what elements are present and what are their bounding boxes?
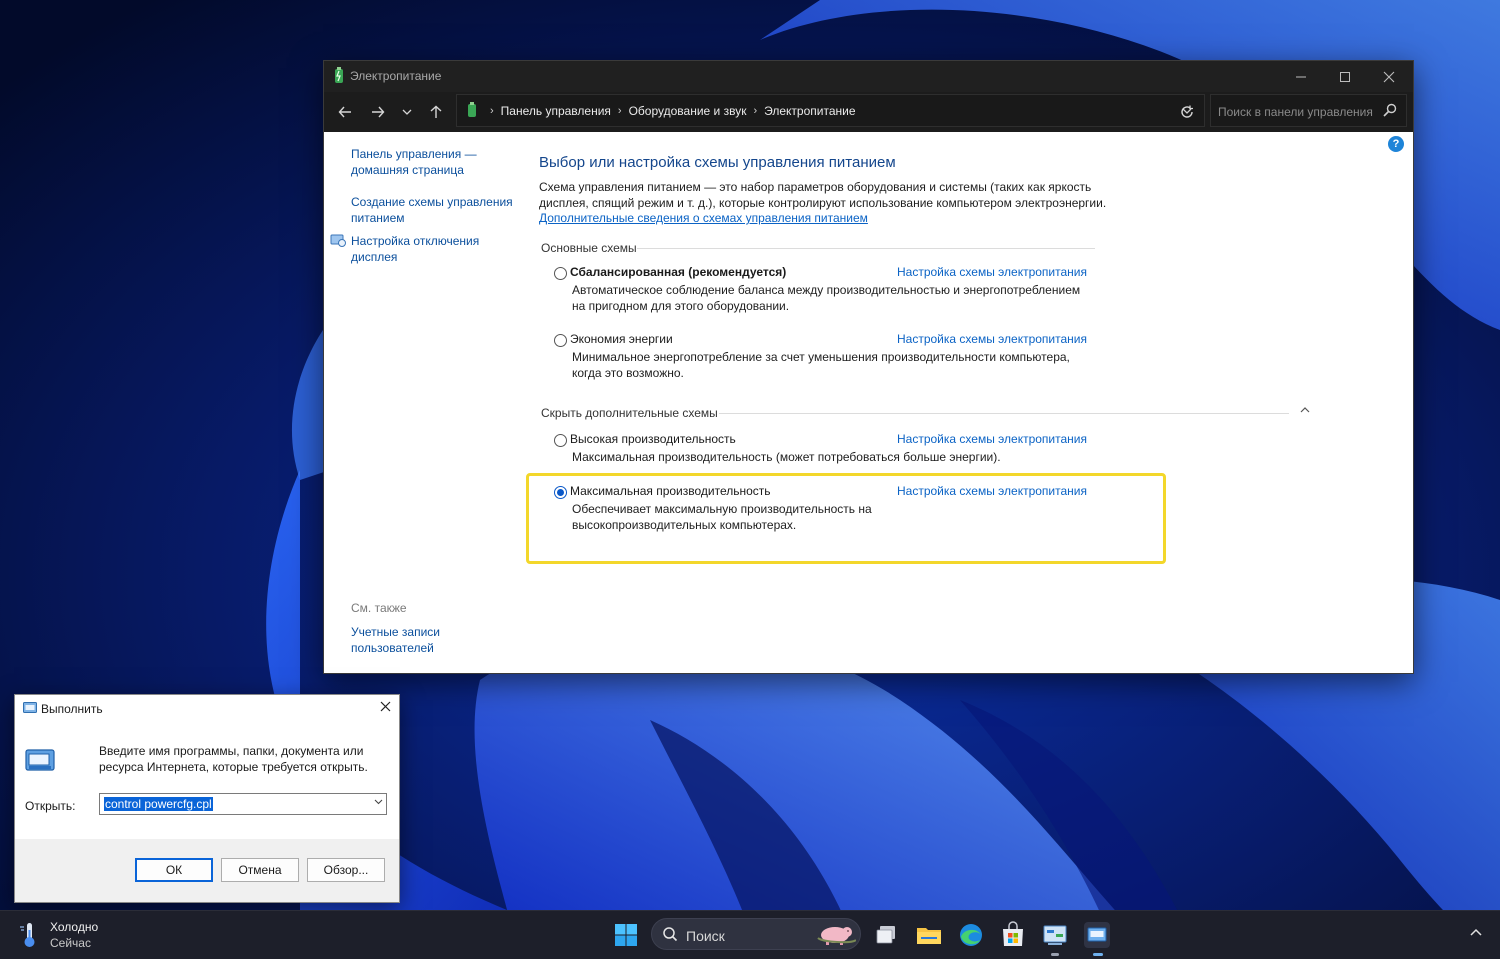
chevron-down-icon[interactable]: [374, 797, 383, 808]
back-button[interactable]: [332, 100, 358, 124]
battery-icon: [335, 67, 343, 83]
breadcrumb-hardware-sound[interactable]: Оборудование и звук: [629, 104, 747, 118]
close-icon: [1383, 71, 1395, 82]
plan-power-saver-settings-link[interactable]: Настройка схемы электропитания: [897, 332, 1087, 346]
close-button[interactable]: [1367, 61, 1411, 92]
power-options-window: Электропитание › Панель управления › Обо…: [323, 60, 1414, 674]
sidebar: Панель управления — домашняя страница Со…: [324, 132, 524, 673]
breadcrumb-power-options[interactable]: Электропитание: [764, 104, 855, 118]
search-icon: [1383, 103, 1397, 117]
sidebar-item-display-off[interactable]: Настройка отключения дисплея: [351, 233, 516, 265]
forward-button[interactable]: [365, 100, 391, 124]
basic-plans-label: Основные схемы: [541, 241, 637, 255]
plan-power-saver-description: Минимальное энергопотребление за счет ум…: [572, 350, 1070, 380]
active-indicator: [1093, 953, 1103, 956]
sidebar-item-create-plan[interactable]: Создание схемы управления питанием: [351, 194, 516, 226]
weather-time[interactable]: Сейчас: [50, 936, 91, 950]
up-button[interactable]: [423, 100, 449, 124]
highlight-frame: [526, 473, 1166, 564]
page-title: Выбор или настройка схемы управления пит…: [539, 154, 896, 171]
control-panel-icon[interactable]: [1039, 919, 1071, 951]
plan-power-saver-radio[interactable]: [554, 334, 567, 347]
run-body: Введите имя программы, папки, документа …: [15, 721, 399, 839]
run-icon: [23, 702, 37, 713]
breadcrumb-control-panel[interactable]: Панель управления: [501, 104, 611, 118]
maximize-button[interactable]: [1323, 61, 1367, 92]
chevron-right-icon: ›: [490, 105, 494, 117]
taskbar: Холодно Сейчас Поиск: [0, 910, 1500, 959]
display-power-icon: [330, 234, 346, 247]
search-highlight-pig-icon: [817, 927, 856, 945]
see-also-label: См. также: [351, 601, 407, 615]
arrow-up-icon: [430, 105, 442, 118]
main-panel: Выбор или настройка схемы управления пит…: [539, 132, 1409, 673]
title-bar[interactable]: Электропитание: [324, 61, 1413, 92]
file-explorer-icon[interactable]: [913, 919, 945, 951]
page-description: Схема управления питанием — это набор па…: [539, 180, 1107, 210]
browse-button[interactable]: Обзор...: [307, 858, 385, 882]
address-bar[interactable]: › Панель управления › Оборудование и зву…: [456, 94, 1205, 127]
run-title: Выполнить: [41, 702, 103, 716]
plan-balanced-name[interactable]: Сбалансированная (рекомендуется): [570, 265, 786, 279]
divider: [637, 248, 1095, 249]
plan-high-performance-radio[interactable]: [554, 434, 567, 447]
running-indicator: [1051, 953, 1059, 956]
taskbar-search[interactable]: Поиск: [651, 918, 861, 950]
battery-icon: [468, 102, 476, 117]
divider: [719, 413, 1289, 414]
chevron-down-icon: [402, 109, 412, 115]
search-icon: [663, 927, 678, 942]
minimize-icon: [1296, 76, 1306, 77]
chevron-right-icon: ›: [753, 105, 758, 117]
run-command-value[interactable]: control powercfg.cpl: [104, 797, 213, 811]
store-icon[interactable]: [997, 919, 1029, 951]
tray-chevron-icon[interactable]: [1468, 927, 1484, 939]
cancel-button[interactable]: Отмена: [221, 858, 299, 882]
sidebar-item-user-accounts[interactable]: Учетные записи пользователей: [351, 624, 516, 656]
weather-condition[interactable]: Холодно: [50, 920, 98, 934]
arrow-left-icon: [338, 106, 351, 118]
thermometer-icon: [20, 923, 35, 947]
control-panel-search[interactable]: Поиск в панели управления: [1210, 94, 1407, 127]
plan-high-performance-name[interactable]: Высокая производительность: [570, 432, 736, 446]
start-icon[interactable]: [610, 919, 642, 951]
maximize-icon: [1340, 71, 1350, 82]
arrow-right-icon: [372, 106, 385, 118]
recent-locations-button[interactable]: [394, 100, 420, 124]
content-area: ? Панель управления — домашняя страница …: [324, 132, 1413, 673]
breadcrumb: › Панель управления › Оборудование и зву…: [483, 104, 856, 118]
taskbar-search-label: Поиск: [686, 928, 725, 944]
run-title-bar[interactable]: Выполнить: [15, 695, 399, 721]
ok-button[interactable]: ОК: [135, 858, 213, 882]
plan-balanced-radio[interactable]: [554, 267, 567, 280]
minimize-button[interactable]: [1279, 61, 1323, 92]
more-info-link[interactable]: Дополнительные сведения о схемах управле…: [539, 211, 868, 225]
plan-high-performance-description: Максимальная производительность (может п…: [572, 450, 1001, 464]
navigation-bar: › Панель управления › Оборудование и зву…: [324, 92, 1413, 132]
run-dialog: Выполнить Введите имя программы, папки, …: [14, 694, 400, 903]
chevron-right-icon: ›: [617, 105, 622, 117]
run-open-label: Открыть:: [25, 799, 76, 813]
close-icon: [380, 701, 391, 712]
refresh-icon: [1181, 105, 1193, 118]
plan-balanced-description: Автоматическое соблюдение баланса между …: [572, 283, 1081, 313]
hidden-plans-toggle[interactable]: Скрыть дополнительные схемы: [541, 406, 718, 420]
chevron-up-icon[interactable]: [1299, 405, 1311, 415]
run-program-icon: [25, 749, 55, 771]
edge-icon[interactable]: [955, 919, 987, 951]
plan-balanced-settings-link[interactable]: Настройка схемы электропитания: [897, 265, 1087, 279]
run-command-input[interactable]: control powercfg.cpl: [99, 793, 387, 815]
refresh-button[interactable]: [1173, 100, 1201, 124]
plan-high-performance-settings-link[interactable]: Настройка схемы электропитания: [897, 432, 1087, 446]
run-icon[interactable]: [1081, 919, 1113, 951]
task-view-icon[interactable]: [871, 919, 903, 951]
search-placeholder: Поиск в панели управления: [1218, 105, 1373, 119]
run-prompt: Введите имя программы, папки, документа …: [99, 744, 368, 774]
plan-power-saver-name[interactable]: Экономия энергии: [570, 332, 673, 346]
run-close-button[interactable]: [380, 699, 391, 716]
sidebar-item-home[interactable]: Панель управления — домашняя страница: [351, 146, 516, 178]
window-title: Электропитание: [350, 69, 442, 83]
